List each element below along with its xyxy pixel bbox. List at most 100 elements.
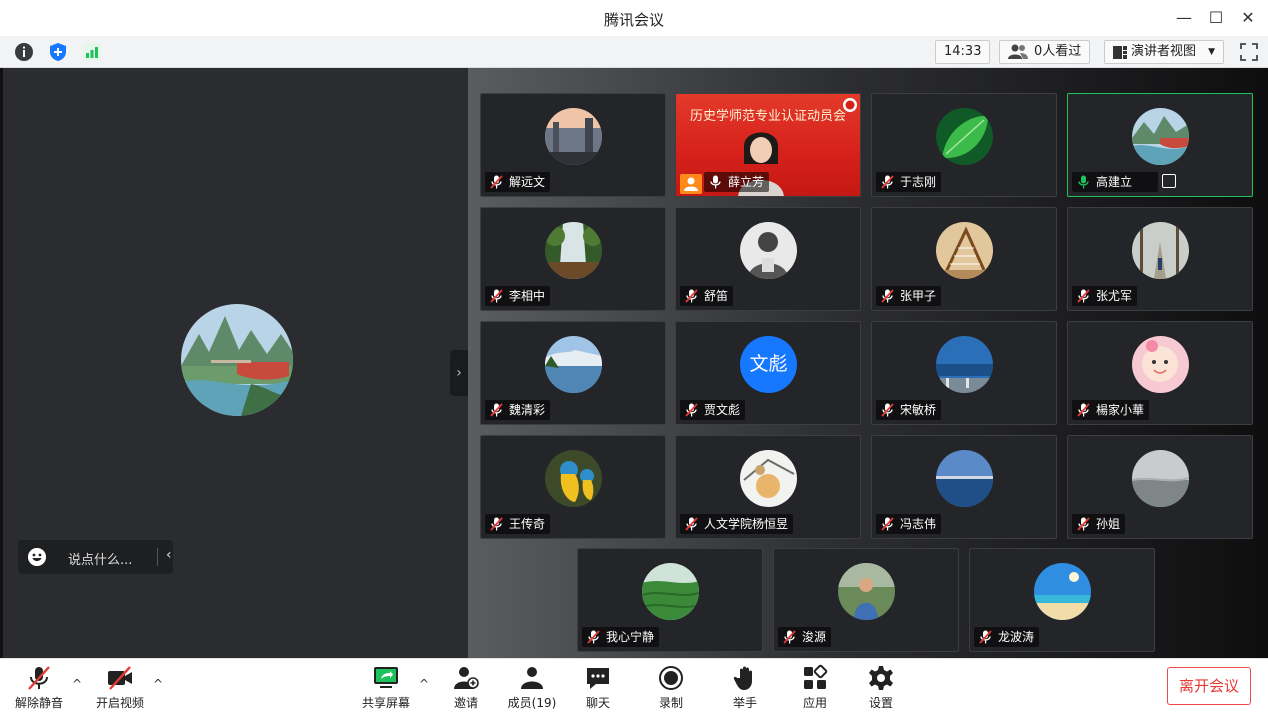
share-options-caret[interactable]: ^ bbox=[419, 677, 429, 691]
participant-avatar bbox=[838, 563, 895, 620]
participant-name-tag: 于志刚 bbox=[876, 172, 942, 192]
school-emblem-icon bbox=[843, 98, 857, 112]
participant-name-tag: 宋敏桥 bbox=[876, 400, 942, 420]
participant-name: 宋敏桥 bbox=[900, 403, 937, 417]
share-screen-icon bbox=[374, 667, 398, 688]
share-screen-button[interactable]: 共享屏幕 bbox=[360, 664, 412, 711]
layout-icon bbox=[1113, 46, 1127, 59]
info-bar: 14:33 0人看过 演讲者视图 ▼ bbox=[0, 36, 1268, 68]
start-video-button[interactable]: 开启视频 bbox=[95, 664, 145, 711]
members-icon bbox=[521, 667, 543, 689]
mic-muted-icon bbox=[28, 666, 50, 690]
participant-name-tag: 浚源 bbox=[778, 627, 832, 647]
meeting-time: 14:33 bbox=[935, 40, 991, 64]
dropdown-arrow-icon: ▼ bbox=[1208, 47, 1215, 57]
invite-label: 邀请 bbox=[453, 696, 478, 710]
participant-name-tag: 楊家小華 bbox=[1072, 400, 1150, 420]
participant-name-tag: 孙姐 bbox=[1072, 514, 1126, 534]
info-icon[interactable] bbox=[14, 42, 34, 62]
members-label: 成员(19) bbox=[507, 696, 557, 710]
participant-tile[interactable]: 解远文 bbox=[480, 93, 666, 197]
participant-tile[interactable]: 高建立 bbox=[1067, 93, 1253, 197]
participant-tile[interactable]: 楊家小華 bbox=[1067, 321, 1253, 425]
participant-name-tag: 龙波涛 bbox=[974, 627, 1040, 647]
participant-name: 我心宁静 bbox=[606, 630, 655, 644]
participant-tile[interactable]: 张尤军 bbox=[1067, 207, 1253, 311]
view-mode-select[interactable]: 演讲者视图 ▼ bbox=[1104, 40, 1224, 64]
fullscreen-icon[interactable] bbox=[1239, 42, 1259, 62]
audio-options-caret[interactable]: ^ bbox=[72, 677, 82, 691]
unmute-button[interactable]: 解除静音 bbox=[14, 664, 64, 711]
raise-hand-button[interactable]: 举手 bbox=[729, 664, 761, 711]
viewers-button[interactable]: 0人看过 bbox=[999, 40, 1091, 64]
participant-name: 高建立 bbox=[1096, 175, 1133, 189]
mic-muted-icon bbox=[881, 403, 894, 417]
participant-avatar bbox=[936, 222, 993, 279]
participant-avatar bbox=[936, 336, 993, 393]
participant-name: 于志刚 bbox=[900, 175, 937, 189]
participant-tile[interactable]: 文彪贾文彪 bbox=[675, 321, 861, 425]
mic-muted-icon bbox=[1077, 403, 1090, 417]
participant-tile[interactable]: 于志刚 bbox=[871, 93, 1057, 197]
record-button[interactable]: 录制 bbox=[655, 664, 687, 711]
mic-muted-icon bbox=[685, 289, 698, 303]
mic-icon bbox=[710, 175, 721, 189]
participant-avatar bbox=[740, 222, 797, 279]
participant-avatar: 文彪 bbox=[740, 336, 797, 393]
participant-tile[interactable]: 孙姐 bbox=[1067, 435, 1253, 539]
participant-name: 舒笛 bbox=[704, 289, 729, 303]
close-button[interactable]: ✕ bbox=[1236, 6, 1260, 30]
participant-name: 贾文彪 bbox=[704, 403, 741, 417]
meeting-stage: 说点什么... ‹ › 解远文 历史学师范专业认证动员会 薛立芳于志刚 高建立李相中 舒… bbox=[0, 68, 1268, 658]
gallery-view: 解远文 历史学师范专业认证动员会 薛立芳于志刚 高建立李相中 舒笛 张甲子张尤军魏清彩 文彪… bbox=[468, 68, 1268, 658]
participant-name: 魏清彩 bbox=[509, 403, 546, 417]
maximize-button[interactable]: ☐ bbox=[1204, 6, 1228, 30]
participant-name-tag: 高建立 bbox=[1072, 172, 1177, 192]
participant-avatar bbox=[1034, 563, 1091, 620]
participant-tile[interactable]: 宋敏桥 bbox=[871, 321, 1057, 425]
video-options-caret[interactable]: ^ bbox=[153, 677, 163, 691]
participant-avatar bbox=[1132, 108, 1189, 165]
participant-tile[interactable]: 冯志伟 bbox=[871, 435, 1057, 539]
share-screen-label: 共享屏幕 bbox=[361, 696, 410, 710]
chat-button[interactable]: 聊天 bbox=[582, 664, 614, 711]
shield-icon[interactable] bbox=[48, 42, 68, 62]
gallery-toggle-button[interactable]: › bbox=[450, 350, 468, 396]
record-icon bbox=[659, 666, 683, 690]
chat-input[interactable]: 说点什么... ‹ bbox=[18, 540, 173, 574]
participant-name: 楊家小華 bbox=[1096, 403, 1145, 417]
participant-name: 浚源 bbox=[802, 630, 827, 644]
participant-avatar bbox=[1132, 450, 1189, 507]
settings-button[interactable]: 设置 bbox=[865, 664, 897, 711]
chevron-left-icon[interactable]: ‹ bbox=[166, 547, 172, 563]
invite-button[interactable]: 邀请 bbox=[448, 664, 484, 711]
signal-icon[interactable] bbox=[82, 42, 102, 62]
participant-tile[interactable]: 浚源 bbox=[773, 548, 959, 652]
apps-button[interactable]: 应用 bbox=[799, 664, 831, 711]
participant-tile[interactable]: 历史学师范专业认证动员会 薛立芳 bbox=[675, 93, 861, 197]
participant-tile[interactable]: 龙波涛 bbox=[969, 548, 1155, 652]
participant-name-tag: 冯志伟 bbox=[876, 514, 942, 534]
minimize-button[interactable]: — bbox=[1172, 6, 1196, 30]
apps-label: 应用 bbox=[802, 696, 827, 710]
participant-tile[interactable]: 魏清彩 bbox=[480, 321, 666, 425]
participant-avatar bbox=[1132, 336, 1189, 393]
start-video-label: 开启视频 bbox=[95, 696, 144, 710]
speaker-avatar bbox=[181, 304, 293, 416]
participant-tile[interactable]: 舒笛 bbox=[675, 207, 861, 311]
participant-tile[interactable]: 人文学院杨恒昱 bbox=[675, 435, 861, 539]
participant-name-tag: 贾文彪 bbox=[680, 400, 746, 420]
participant-tile[interactable]: 李相中 bbox=[480, 207, 666, 311]
emoji-icon[interactable] bbox=[28, 548, 46, 566]
participant-tile[interactable]: 王传奇 bbox=[480, 435, 666, 539]
participant-tile[interactable]: 我心宁静 bbox=[577, 548, 763, 652]
leave-meeting-button[interactable]: 离开会议 bbox=[1167, 667, 1251, 705]
participant-name: 张尤军 bbox=[1096, 289, 1133, 303]
gear-icon bbox=[869, 666, 893, 690]
participant-name: 李相中 bbox=[509, 289, 546, 303]
speaker-view: 说点什么... ‹ bbox=[3, 68, 468, 658]
members-button[interactable]: 成员(19) bbox=[507, 664, 557, 711]
participant-tile[interactable]: 张甲子 bbox=[871, 207, 1057, 311]
chat-icon bbox=[587, 668, 609, 689]
participant-name-tag: 张尤军 bbox=[1072, 286, 1138, 306]
